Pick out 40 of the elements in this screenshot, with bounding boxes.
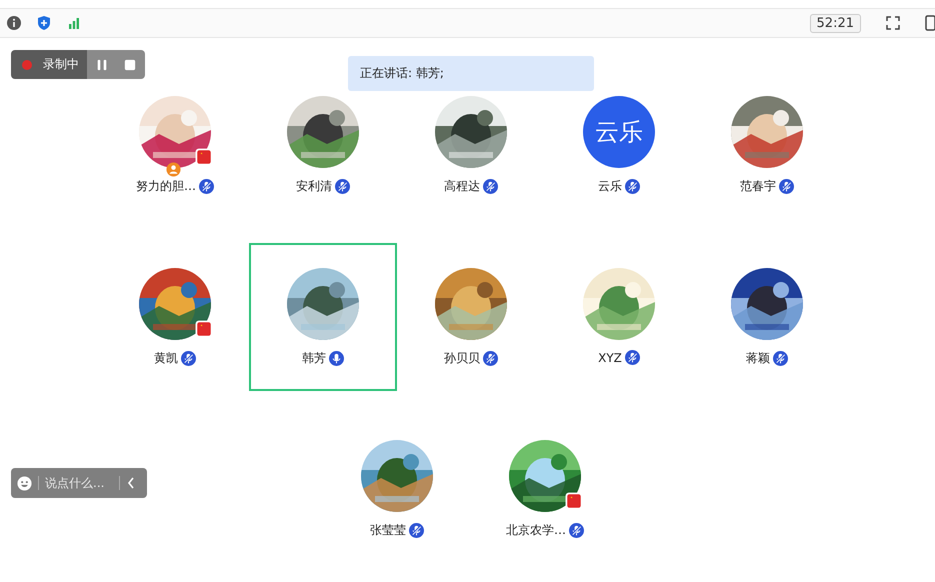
participant-name: 蒋颖 [746,350,770,367]
window-icon[interactable] [925,15,935,31]
participant-name: 范春宇 [740,178,776,195]
stop-icon[interactable] [124,58,136,70]
participant-tile[interactable]: 高程达 [397,93,545,219]
shield-icon[interactable] [36,15,52,31]
participant-name: 张莹莹 [370,522,406,539]
participant-name: 韩芳 [302,350,326,367]
speaking-text: 正在讲话: 韩芳; [360,65,444,82]
collapse-icon[interactable] [126,476,136,490]
smiley-icon[interactable] [17,476,32,490]
participant-tile[interactable]: 孙贝贝 [397,265,545,391]
participant-name: 黄凯 [154,350,178,367]
participant-name: 努力的胆… [136,178,196,195]
fullscreen-icon[interactable] [885,15,901,31]
signal-icon[interactable] [66,15,82,31]
pause-icon[interactable] [96,58,108,70]
participant-tile[interactable]: 范春宇 [693,93,841,219]
participant-tile[interactable]: 张莹莹 [323,437,471,563]
participant-tile[interactable]: 蒋颖 [693,265,841,391]
participant-tile[interactable]: 黄凯 [101,265,249,391]
record-dot-icon [21,58,33,70]
participant-name: 孙贝贝 [444,350,480,367]
chat-bar[interactable]: 说点什么... [11,468,147,498]
participant-name: 北京农学… [506,522,566,539]
participant-name: XYZ [598,350,622,364]
recording-label: 录制中 [43,56,79,73]
participant-tile[interactable]: 努力的胆… [101,93,249,219]
participant-name: 高程达 [444,178,480,195]
participant-name: 安利清 [296,178,332,195]
participant-tile[interactable]: XYZ [545,265,693,391]
meeting-timer: 52:21 [810,14,861,32]
participant-tile[interactable]: 安利清 [249,93,397,219]
chat-input[interactable]: 说点什么... [38,476,120,490]
participant-tile[interactable]: 韩芳 [249,243,397,391]
text-avatar: 云乐 [583,96,655,168]
participant-tile[interactable]: 北京农学… [471,437,619,563]
participant-tile[interactable]: 云乐 云乐 [545,93,693,219]
info-icon[interactable] [6,15,22,31]
participant-name: 云乐 [598,178,622,195]
